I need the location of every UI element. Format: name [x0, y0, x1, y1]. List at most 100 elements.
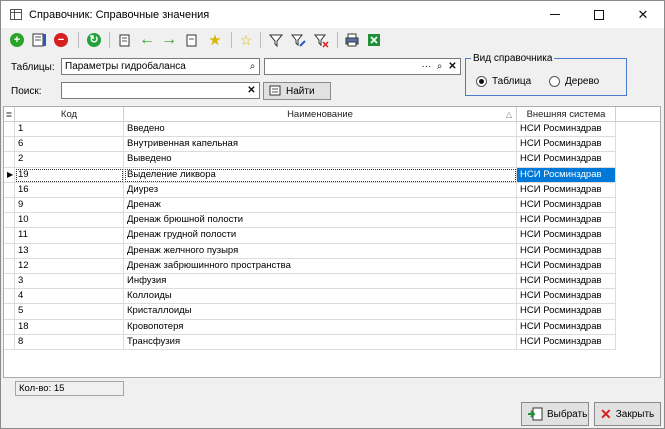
cell-name[interactable]: Дренаж	[124, 198, 517, 214]
row-indicator	[4, 152, 15, 168]
cell-code[interactable]: 11	[15, 228, 124, 244]
cell-code[interactable]: 6	[15, 137, 124, 153]
favorites-button[interactable]: ☆	[237, 31, 255, 49]
edit-button[interactable]	[30, 31, 48, 49]
cell-system[interactable]: НСИ Росминздрав	[517, 319, 616, 335]
cell-system[interactable]: НСИ Росминздрав	[517, 334, 616, 350]
table-row[interactable]: 10 Дренаж брюшной полости НСИ Росминздрав	[4, 213, 616, 229]
cell-system[interactable]: НСИ Росминздрав	[517, 213, 616, 229]
cell-code[interactable]: 8	[15, 334, 124, 350]
table-row[interactable]: 8 Трансфузия НСИ Росминздрав	[4, 334, 616, 350]
search-input[interactable]: ✕	[61, 82, 260, 99]
import-button[interactable]	[183, 31, 201, 49]
clear-search-icon[interactable]: ✕	[245, 84, 258, 97]
cell-code[interactable]: 19	[15, 167, 124, 183]
cell-system[interactable]: НСИ Росминздрав	[517, 182, 616, 198]
cell-system[interactable]: НСИ Росминздрав	[517, 137, 616, 153]
cell-system[interactable]: НСИ Росминздрав	[517, 167, 616, 183]
cell-name[interactable]: Трансфузия	[124, 334, 517, 350]
filter-button[interactable]	[267, 31, 285, 49]
cell-code[interactable]: 4	[15, 289, 124, 305]
cell-code[interactable]: 13	[15, 243, 124, 259]
cell-name[interactable]: Внутривенная капельная	[124, 137, 517, 153]
cell-system[interactable]: НСИ Росминздрав	[517, 122, 616, 138]
cell-name[interactable]: Инфузия	[124, 274, 517, 290]
close-window-button[interactable]: ✕	[621, 1, 665, 28]
column-header-system[interactable]: Внешняя система	[517, 107, 616, 122]
copy-button[interactable]	[116, 31, 134, 49]
cell-name[interactable]: Выведено	[124, 152, 517, 168]
cell-name[interactable]: Дренаж брюшной полости	[124, 213, 517, 229]
column-chooser-icon[interactable]: ≣	[4, 107, 15, 122]
view-table-radio[interactable]: Таблица	[476, 76, 531, 87]
cell-system[interactable]: НСИ Росминздрав	[517, 304, 616, 320]
cell-name[interactable]: Дренаж грудной полости	[124, 228, 517, 244]
cell-code[interactable]: 3	[15, 274, 124, 290]
table-row[interactable]: ▶ 19 Выделение ликвора НСИ Росминздрав	[4, 167, 616, 183]
export-excel-button[interactable]	[365, 31, 383, 49]
search-icon[interactable]: ⌕	[246, 60, 259, 73]
select-label: Выбрать	[547, 408, 588, 420]
delete-button[interactable]: −	[52, 31, 70, 49]
column-header-name[interactable]: Наименование △	[124, 107, 517, 122]
maximize-button[interactable]	[577, 1, 621, 28]
close-button[interactable]: ✕ Закрыть	[594, 402, 661, 426]
table-row[interactable]: 13 Дренаж желчного пузыря НСИ Росминздрав	[4, 243, 616, 259]
cell-system[interactable]: НСИ Росминздрав	[517, 243, 616, 259]
ellipsis-icon[interactable]: ···	[420, 60, 433, 73]
table-row[interactable]: 12 Дренаж забрюшинного пространства НСИ Ро…	[4, 258, 616, 274]
tables-field[interactable]: Параметры гидробаланса ⌕	[61, 58, 260, 75]
cell-system[interactable]: НСИ Росминздрав	[517, 152, 616, 168]
clear-filter-button[interactable]	[312, 31, 330, 49]
search-icon[interactable]: ⌕	[433, 60, 446, 73]
cell-code[interactable]: 18	[15, 319, 124, 335]
cell-code[interactable]: 12	[15, 258, 124, 274]
cell-code[interactable]: 2	[15, 152, 124, 168]
lookup-field[interactable]: ··· ⌕ ✕	[264, 58, 461, 75]
cell-name[interactable]: Дренаж желчного пузыря	[124, 243, 517, 259]
table-row[interactable]: 1 Введено НСИ Росминздрав	[4, 122, 616, 138]
cell-code[interactable]: 16	[15, 182, 124, 198]
cell-system[interactable]: НСИ Росминздрав	[517, 198, 616, 214]
table-row[interactable]: 16 Диурез НСИ Росминздрав	[4, 182, 616, 198]
table-row[interactable]: 6 Внутривенная капельная НСИ Росминздрав	[4, 137, 616, 153]
cell-system[interactable]: НСИ Росминздрав	[517, 289, 616, 305]
table-row[interactable]: 5 Кристаллоиды НСИ Росминздрав	[4, 304, 616, 320]
select-button[interactable]: Выбрать	[521, 402, 589, 426]
cell-name[interactable]: Дренаж забрюшинного пространства	[124, 258, 517, 274]
add-button[interactable]: +	[8, 31, 26, 49]
cell-system[interactable]: НСИ Росминздрав	[517, 274, 616, 290]
cell-name[interactable]: Выделение ликвора	[124, 167, 517, 183]
filter-edit-button[interactable]	[289, 31, 307, 49]
minimize-button[interactable]	[533, 1, 577, 28]
view-tree-radio[interactable]: Дерево	[549, 76, 599, 87]
refresh-button[interactable]: ↻	[85, 31, 103, 49]
add-favorite-button[interactable]: ★	[206, 31, 224, 49]
move-left-button[interactable]: ←	[138, 31, 156, 49]
column-header-code[interactable]: Код	[15, 107, 124, 122]
row-indicator	[4, 289, 15, 305]
find-button[interactable]: Найти	[263, 82, 331, 100]
cell-name[interactable]: Коллоиды	[124, 289, 517, 305]
table-row[interactable]: 4 Коллоиды НСИ Росминздрав	[4, 289, 616, 305]
printer-icon	[345, 33, 359, 47]
cell-code[interactable]: 5	[15, 304, 124, 320]
cell-code[interactable]: 1	[15, 122, 124, 138]
cell-name[interactable]: Диурез	[124, 182, 517, 198]
cell-code[interactable]: 9	[15, 198, 124, 214]
table-row[interactable]: 18 Кровопотеря НСИ Росминздрав	[4, 319, 616, 335]
cell-code[interactable]: 10	[15, 213, 124, 229]
move-right-button[interactable]: →	[160, 31, 178, 49]
table-row[interactable]: 3 Инфузия НСИ Росминздрав	[4, 274, 616, 290]
clear-icon[interactable]: ✕	[446, 60, 459, 73]
cell-name[interactable]: Кровопотеря	[124, 319, 517, 335]
cell-name[interactable]: Кристаллоиды	[124, 304, 517, 320]
cell-system[interactable]: НСИ Росминздрав	[517, 258, 616, 274]
table-row[interactable]: 9 Дренаж НСИ Росминздрав	[4, 198, 616, 214]
print-button[interactable]	[343, 31, 361, 49]
table-row[interactable]: 11 Дренаж грудной полости НСИ Росминздрав	[4, 228, 616, 244]
cell-name[interactable]: Введено	[124, 122, 517, 138]
cell-system[interactable]: НСИ Росминздрав	[517, 228, 616, 244]
tables-value: Параметры гидробаланса	[65, 61, 186, 72]
table-row[interactable]: 2 Выведено НСИ Росминздрав	[4, 152, 616, 168]
